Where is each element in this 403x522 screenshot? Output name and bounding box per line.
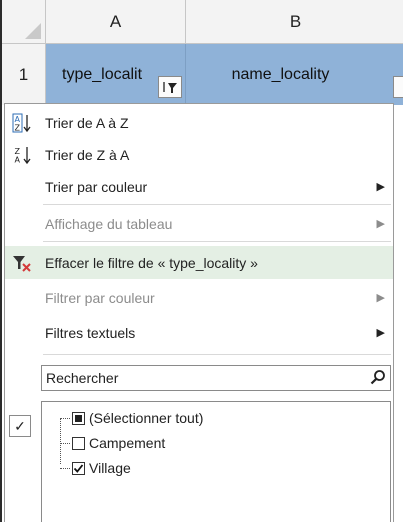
menu-item-label: Effacer le filtre de « type_locality » bbox=[45, 254, 258, 271]
menu-item-text-filters[interactable]: Filtres textuels ▶ bbox=[5, 317, 393, 348]
clear-filter-icon bbox=[11, 252, 33, 274]
menu-item-label: Trier de Z à A bbox=[45, 146, 130, 163]
checkbox-partial[interactable] bbox=[72, 411, 85, 425]
row-1: 1 type_localit name_locality bbox=[2, 44, 403, 105]
menu-item-label: Affichage du tableau bbox=[45, 215, 173, 232]
check-icon bbox=[73, 463, 84, 473]
filter-item-village[interactable]: Village bbox=[60, 457, 131, 479]
column-header-a[interactable]: A bbox=[46, 0, 186, 44]
select-all-triangle-icon bbox=[25, 23, 41, 39]
menu-item-label: Filtres textuels bbox=[45, 324, 136, 341]
checkmark-icon: ✓ bbox=[9, 415, 31, 437]
menu-item-sort-asc[interactable]: A Z Trier de A à Z bbox=[5, 107, 393, 138]
filter-item-label: (Sélectionner tout) bbox=[89, 410, 204, 426]
menu-separator bbox=[43, 204, 391, 205]
filter-item-select-all[interactable]: (Sélectionner tout) bbox=[60, 407, 203, 429]
menu-item-sort-by-color[interactable]: Trier par couleur ▶ bbox=[5, 171, 393, 202]
cell-b1[interactable]: name_locality bbox=[186, 44, 403, 105]
svg-text:A: A bbox=[15, 155, 21, 164]
column-header-bar: A B bbox=[2, 0, 403, 44]
search-placeholder: Rechercher bbox=[46, 370, 119, 386]
menu-separator bbox=[43, 241, 391, 242]
filter-item-label: Village bbox=[89, 460, 131, 476]
search-input[interactable]: Rechercher bbox=[41, 365, 391, 391]
menu-item-sort-desc[interactable]: Z A Trier de Z à A bbox=[5, 139, 393, 170]
filter-item-label: Campement bbox=[89, 435, 166, 451]
submenu-arrow-icon: ▶ bbox=[376, 218, 385, 230]
checkbox-unchecked[interactable] bbox=[72, 436, 85, 450]
menu-item-label: Filtrer par couleur bbox=[45, 289, 155, 306]
checkbox-checked[interactable] bbox=[72, 461, 85, 475]
sort-ascending-icon: A Z bbox=[11, 112, 33, 134]
filter-dropdown-button-b[interactable] bbox=[393, 76, 403, 98]
column-header-b[interactable]: B bbox=[186, 0, 403, 44]
submenu-arrow-icon: ▶ bbox=[376, 181, 385, 193]
menu-item-clear-filter[interactable]: Effacer le filtre de « type_locality » bbox=[5, 246, 393, 279]
menu-separator bbox=[43, 354, 391, 355]
select-all-corner[interactable] bbox=[2, 0, 46, 44]
row-header-1[interactable]: 1 bbox=[2, 44, 46, 105]
submenu-arrow-icon: ▶ bbox=[376, 327, 385, 339]
menu-item-label: Trier de A à Z bbox=[45, 114, 129, 131]
filter-item-campement[interactable]: Campement bbox=[60, 432, 165, 454]
search-icon bbox=[370, 369, 386, 388]
spreadsheet-frame: A B 1 type_localit name_locality A Z Tri… bbox=[0, 0, 403, 522]
menu-item-label: Trier par couleur bbox=[45, 178, 148, 195]
menu-item-filter-by-color: Filtrer par couleur ▶ bbox=[5, 282, 393, 313]
filter-menu: A Z Trier de A à Z Z A Trier de Z à A Tr… bbox=[4, 103, 394, 522]
filter-dropdown-button[interactable] bbox=[158, 76, 182, 98]
filter-active-icon bbox=[163, 82, 177, 93]
submenu-arrow-icon: ▶ bbox=[376, 292, 385, 304]
menu-item-table-view: Affichage du tableau ▶ bbox=[5, 208, 393, 239]
svg-text:Z: Z bbox=[15, 123, 21, 132]
sort-descending-icon: Z A bbox=[11, 144, 33, 166]
filter-values-list: (Sélectionner tout) Campement Village bbox=[41, 401, 391, 522]
